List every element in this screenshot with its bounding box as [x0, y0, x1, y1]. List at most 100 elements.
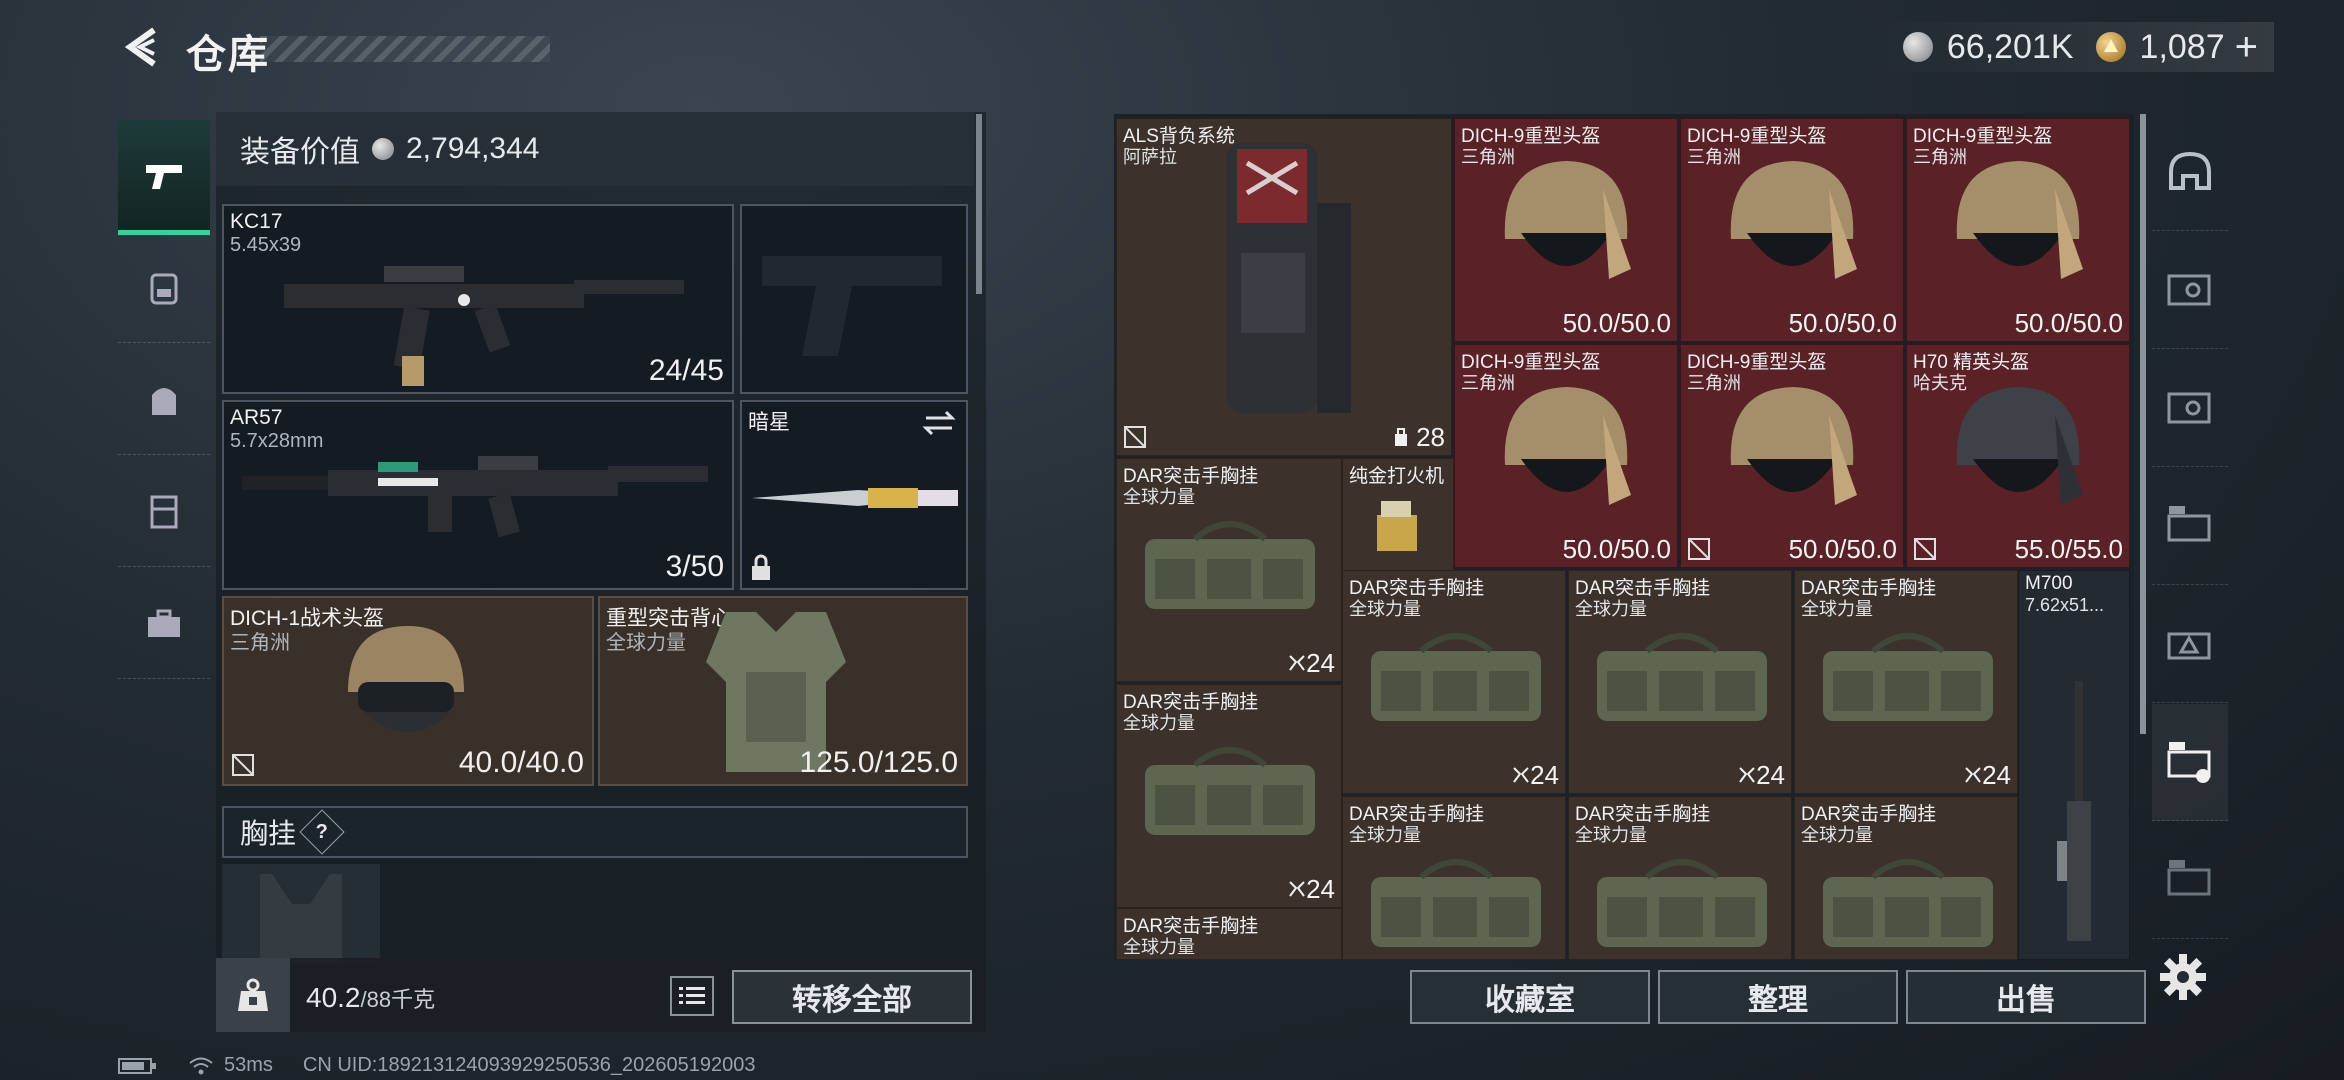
helmet-icon: [1730, 161, 1857, 279]
silver-currency-amount: 66,201K: [1946, 27, 2074, 66]
organize-button[interactable]: 整理: [1658, 970, 1898, 1024]
add-currency-button[interactable]: +: [2235, 25, 2258, 70]
storage-item-helmet[interactable]: DICH-9重型头盔 三角洲 50.0/50.0: [1680, 344, 1904, 568]
storage-item-chest-rig[interactable]: DAR突击手胸挂 全球力量 24: [1568, 570, 1792, 794]
tab-backpack[interactable]: [118, 232, 210, 343]
storage-item-helmet[interactable]: DICH-9重型头盔 三角洲 50.0/50.0: [1680, 118, 1904, 342]
chest-rig-placeholder-icon: [260, 874, 342, 964]
storage-ext-2-icon: [2167, 392, 2211, 424]
primary-weapon-slot[interactable]: KC17 5.45x39 24/45: [222, 204, 734, 394]
storage-item-chest-rig[interactable]: DAR突击手胸挂 全球力量 24: [1116, 684, 1342, 908]
storage-ext-6-icon: [2167, 860, 2211, 896]
rig-capacity-icon: [1289, 881, 1305, 897]
melee-slot[interactable]: 暗星: [740, 400, 968, 590]
capacity-value: 24: [1306, 874, 1335, 904]
tab-storage-3[interactable]: [2152, 468, 2228, 585]
capacity-value: 24: [1530, 760, 1559, 790]
no-insure-icon: [1688, 538, 1710, 560]
helmet-icon: [1956, 387, 2083, 505]
tab-storage-2[interactable]: [2152, 350, 2228, 467]
item-capacity: 24: [1288, 874, 1335, 905]
storage-item-helmet[interactable]: H70 精英头盔 哈夫克 55.0/55.0: [1906, 344, 2130, 568]
knife-icon: [752, 488, 958, 508]
collection-room-button[interactable]: 收藏室: [1410, 970, 1650, 1024]
storage-item-chest-rig[interactable]: DAR突击手胸挂 全球力量: [1116, 908, 1342, 960]
transfer-all-button[interactable]: 转移全部: [732, 970, 972, 1024]
armor-slot[interactable]: 重型突击背心 全球力量 125.0/125.0: [598, 596, 968, 786]
capacity-value: 24: [1982, 760, 2011, 790]
storage-item-chest-rig[interactable]: DAR突击手胸挂 全球力量 24: [1342, 570, 1566, 794]
storage-item-helmet[interactable]: DICH-9重型头盔 三角洲 50.0/50.0: [1906, 118, 2130, 342]
helmet-icon: [1956, 161, 2083, 279]
item-durability: 50.0/50.0: [1788, 534, 1897, 564]
helmet-slot[interactable]: DICH-1战术头盔 三角洲 40.0/40.0: [222, 596, 594, 786]
item-origin: 全球力量: [1801, 825, 1873, 845]
storage-scrollbar[interactable]: [2140, 114, 2146, 734]
backpack-icon: [150, 273, 178, 305]
storage-item-chest-rig[interactable]: DAR突击手胸挂 全球力量 24: [1116, 458, 1342, 682]
item-origin: 全球力量: [1123, 937, 1195, 957]
swap-icon[interactable]: [922, 410, 956, 436]
helmet-icon: [348, 626, 464, 732]
pistol-placeholder-icon: [762, 256, 942, 356]
storage-item-helmet[interactable]: DICH-9重型头盔 三角洲 50.0/50.0: [1454, 344, 1678, 568]
capacity-value: 24: [1756, 760, 1785, 790]
ping-readout: 53ms: [224, 1054, 273, 1076]
storage-item-m700[interactable]: M700 7.62x51...: [2018, 570, 2130, 960]
item-durability: 50.0/50.0: [1562, 308, 1671, 338]
rig-capacity-icon: [1965, 767, 1981, 783]
helmet-icon: [1504, 161, 1631, 279]
storage-item-chest-rig[interactable]: DAR突击手胸挂 全球力量: [1342, 796, 1566, 960]
no-insure-icon: [1124, 426, 1146, 448]
chest-rig-bag-icon: [1823, 859, 1993, 947]
item-origin: 全球力量: [1349, 825, 1421, 845]
tab-toolbox[interactable]: [118, 568, 210, 679]
storage-item-chest-rig[interactable]: DAR突击手胸挂 全球力量 24: [1794, 570, 2018, 794]
item-origin: 全球力量: [1575, 599, 1647, 619]
help-button[interactable]: ?: [299, 809, 345, 855]
chest-rig-bag-icon: [1597, 859, 1767, 947]
equipment-value-bar: 装备价值 2,794,344: [216, 112, 974, 186]
item-durability: 50.0/50.0: [1562, 534, 1671, 564]
loadout-scrollbar[interactable]: [976, 114, 982, 294]
chest-rig-bag-icon: [1145, 521, 1315, 609]
helmet-origin: 三角洲: [230, 632, 290, 654]
tab-storage-1[interactable]: [2152, 232, 2228, 349]
storage-item-helmet[interactable]: DICH-9重型头盔 三角洲 50.0/50.0: [1454, 118, 1678, 342]
chest-rig-bag-icon: [1371, 859, 1541, 947]
storage-item-chest-rig[interactable]: DAR突击手胸挂 全球力量: [1794, 796, 2018, 960]
tab-storage-4[interactable]: [2152, 586, 2228, 703]
back-button[interactable]: [118, 24, 164, 70]
lock-icon: [752, 554, 770, 580]
list-view-button[interactable]: [670, 976, 714, 1016]
chest-rig-bag-icon: [1371, 633, 1541, 721]
capacity-icon: [1394, 428, 1407, 446]
no-insure-icon: [232, 754, 254, 776]
weight-button[interactable]: [216, 958, 290, 1032]
chest-rig-slot[interactable]: [222, 864, 380, 964]
settings-button[interactable]: [2158, 952, 2218, 1012]
sidearm-slot[interactable]: [740, 204, 968, 394]
gear-icon: [2160, 954, 2206, 1000]
weapon-ammo: 24/45: [648, 354, 724, 387]
tab-chest-rig[interactable]: [118, 456, 210, 567]
chevron-left-icon: [124, 27, 156, 67]
tab-storage-6[interactable]: [2152, 822, 2228, 939]
pistol-icon: [146, 165, 182, 189]
tab-helmets[interactable]: [2152, 114, 2228, 231]
no-insure-icon: [1914, 538, 1936, 560]
tab-storage-5[interactable]: [2152, 704, 2228, 821]
weight-readout: 40.2/88千克: [306, 982, 435, 1014]
tab-weapons[interactable]: [118, 120, 210, 235]
currency-bar: 66,201K 1,087 +: [1862, 22, 2274, 72]
tab-bag[interactable]: [118, 344, 210, 455]
chest-rig-section-header: 胸挂 ?: [222, 806, 968, 858]
helmet-icon: [2169, 151, 2211, 190]
current-weight: 40.2: [306, 982, 361, 1013]
item-capacity: 24: [1288, 648, 1335, 679]
secondary-weapon-slot[interactable]: AR57 5.7x28mm 3/50: [222, 400, 734, 590]
storage-item-backpack[interactable]: ALS背负系统 阿萨拉 28: [1116, 118, 1452, 456]
sell-button[interactable]: 出售: [1906, 970, 2146, 1024]
gold-currency-amount: 1,087: [2139, 27, 2225, 66]
storage-item-chest-rig[interactable]: DAR突击手胸挂 全球力量: [1568, 796, 1792, 960]
